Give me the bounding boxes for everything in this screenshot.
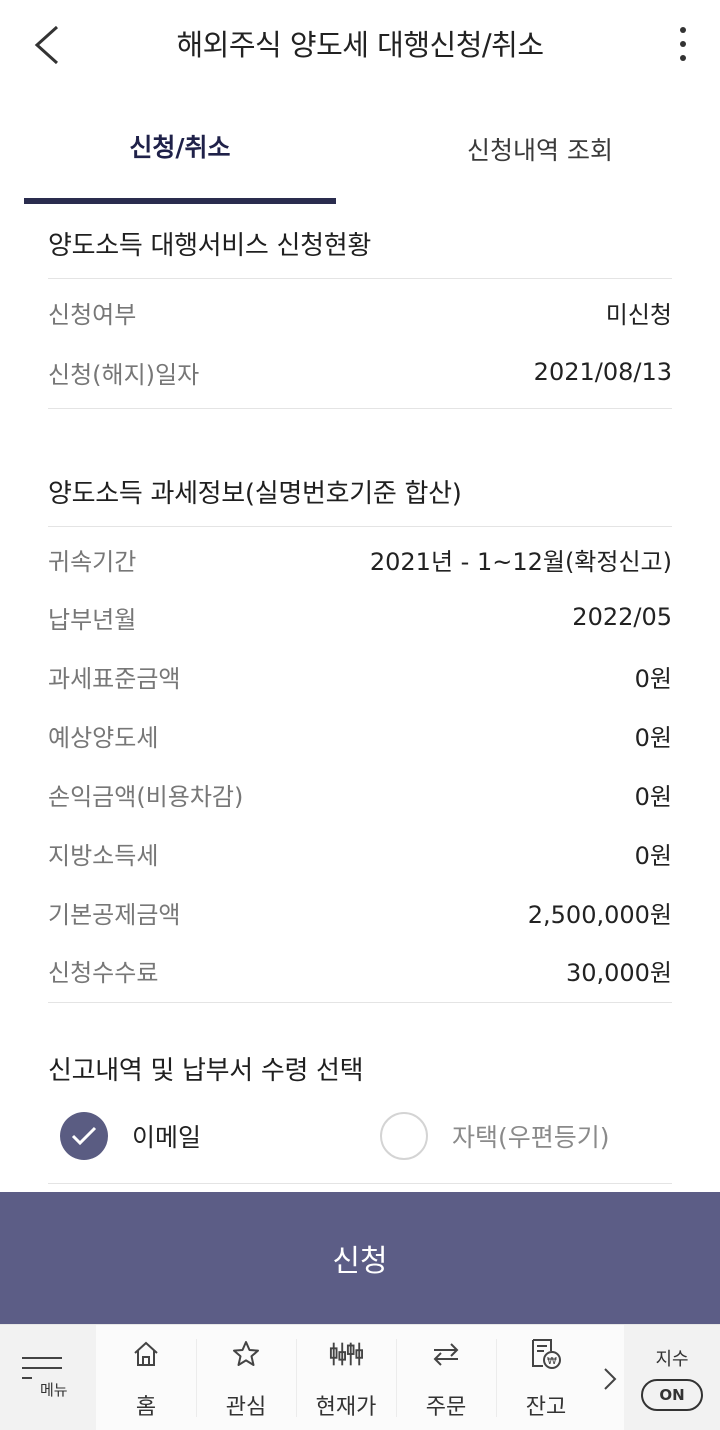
- divider: [48, 278, 672, 279]
- option-home-mail[interactable]: 자택(우편등기): [380, 1108, 610, 1164]
- svg-text:₩: ₩: [547, 1356, 557, 1367]
- nav-item-label: 관심: [225, 1395, 267, 1420]
- row-label: 과세표준금액: [48, 664, 181, 693]
- bottom-navigation: 메뉴 홈 관심 현재가 주문 ₩ 잔고 지수 ON: [0, 1324, 720, 1430]
- nav-index-panel: 지수 ON: [624, 1325, 720, 1430]
- row-label: 납부년월: [48, 605, 137, 634]
- tax-section-title: 양도소득 과세정보(실명번호기준 합산): [48, 479, 462, 509]
- row-value: 2,500,000원: [527, 900, 672, 929]
- tax-row: 과세표준금액 0원: [48, 656, 672, 696]
- more-dot-icon: [680, 41, 686, 47]
- row-label: 기본공제금액: [48, 900, 181, 929]
- nav-item-label: 홈: [135, 1395, 157, 1420]
- receipt-section-title: 신고내역 및 납부서 수령 선택: [48, 1056, 364, 1086]
- candlestick-icon: [329, 1337, 363, 1371]
- nav-next-button[interactable]: [596, 1361, 624, 1397]
- status-section-title: 양도소득 대행서비스 신청현황: [48, 231, 371, 261]
- nav-item-balance[interactable]: ₩ 잔고: [496, 1325, 596, 1430]
- row-value: 미신청: [605, 300, 672, 329]
- star-icon: [229, 1337, 263, 1371]
- tax-row: 귀속기간 2021년 - 1~12월(확정신고): [48, 539, 672, 579]
- row-label: 지방소득세: [48, 841, 159, 870]
- divider: [48, 408, 672, 409]
- row-value: 30,000원: [565, 958, 672, 987]
- row-value: 0원: [634, 841, 672, 870]
- row-label: 신청(해지)일자: [48, 360, 200, 389]
- row-value: 0원: [634, 664, 672, 693]
- page-title: 해외주식 양도세 대행신청/취소: [176, 28, 544, 62]
- divider: [48, 1183, 672, 1184]
- tax-row: 예상양도세 0원: [48, 715, 672, 755]
- row-value: 0원: [634, 782, 672, 811]
- chevron-right-icon: [604, 1368, 617, 1390]
- tax-row: 기본공제금액 2,500,000원: [48, 892, 672, 932]
- row-label: 예상양도세: [48, 723, 159, 752]
- index-toggle[interactable]: ON: [641, 1379, 703, 1411]
- app-header: 해외주식 양도세 대행신청/취소: [0, 0, 720, 90]
- status-row: 신청(해지)일자 2021/08/13: [48, 352, 672, 392]
- more-dot-icon: [680, 27, 686, 33]
- row-value: 0원: [634, 723, 672, 752]
- balance-icon: ₩: [529, 1337, 563, 1371]
- row-value: 2021년 - 1~12월(확정신고): [369, 547, 672, 576]
- nav-item-home[interactable]: 홈: [96, 1325, 196, 1430]
- row-label: 신청수수료: [48, 958, 159, 987]
- tab-application-history[interactable]: 신청내역 조회: [384, 100, 696, 204]
- more-options-button[interactable]: [668, 22, 698, 66]
- nav-item-current-price[interactable]: 현재가: [296, 1325, 396, 1430]
- tax-row: 지방소득세 0원: [48, 833, 672, 873]
- divider: [48, 526, 672, 527]
- more-dot-icon: [680, 55, 686, 61]
- tax-row: 손익금액(비용차감) 0원: [48, 774, 672, 814]
- home-icon: [129, 1337, 163, 1371]
- tax-row: 납부년월 2022/05: [48, 597, 672, 637]
- option-email[interactable]: 이메일: [60, 1108, 201, 1164]
- back-button[interactable]: [22, 18, 72, 72]
- tab-bar: 신청/취소 신청내역 조회: [24, 100, 696, 204]
- row-label: 손익금액(비용차감): [48, 782, 244, 811]
- tab-apply-cancel[interactable]: 신청/취소: [24, 100, 336, 204]
- exchange-icon: [429, 1337, 463, 1371]
- nav-item-label: 잔고: [525, 1395, 567, 1420]
- nav-menu-button[interactable]: 메뉴: [0, 1325, 96, 1430]
- divider: [48, 1002, 672, 1003]
- nav-item-label: 주문: [425, 1395, 467, 1420]
- row-label: 귀속기간: [48, 547, 137, 576]
- tax-row: 신청수수료 30,000원: [48, 950, 672, 990]
- radio-selected[interactable]: [60, 1112, 108, 1160]
- nav-item-label: 현재가: [315, 1395, 377, 1420]
- nav-menu-label: 메뉴: [40, 1381, 68, 1399]
- nav-item-order[interactable]: 주문: [396, 1325, 496, 1430]
- chevron-left-icon: [34, 25, 59, 65]
- checkmark-icon: [71, 1126, 97, 1146]
- row-value: 2022/05: [572, 603, 672, 631]
- index-label: 지수: [655, 1349, 689, 1370]
- option-email-label: 이메일: [132, 1123, 202, 1152]
- row-label: 신청여부: [48, 300, 137, 329]
- row-value: 2021/08/13: [533, 358, 672, 386]
- radio-unselected[interactable]: [380, 1112, 428, 1160]
- status-row: 신청여부 미신청: [48, 292, 672, 332]
- submit-button[interactable]: 신청: [0, 1192, 720, 1324]
- nav-item-favorites[interactable]: 관심: [196, 1325, 296, 1430]
- option-home-mail-label: 자택(우편등기): [452, 1123, 610, 1152]
